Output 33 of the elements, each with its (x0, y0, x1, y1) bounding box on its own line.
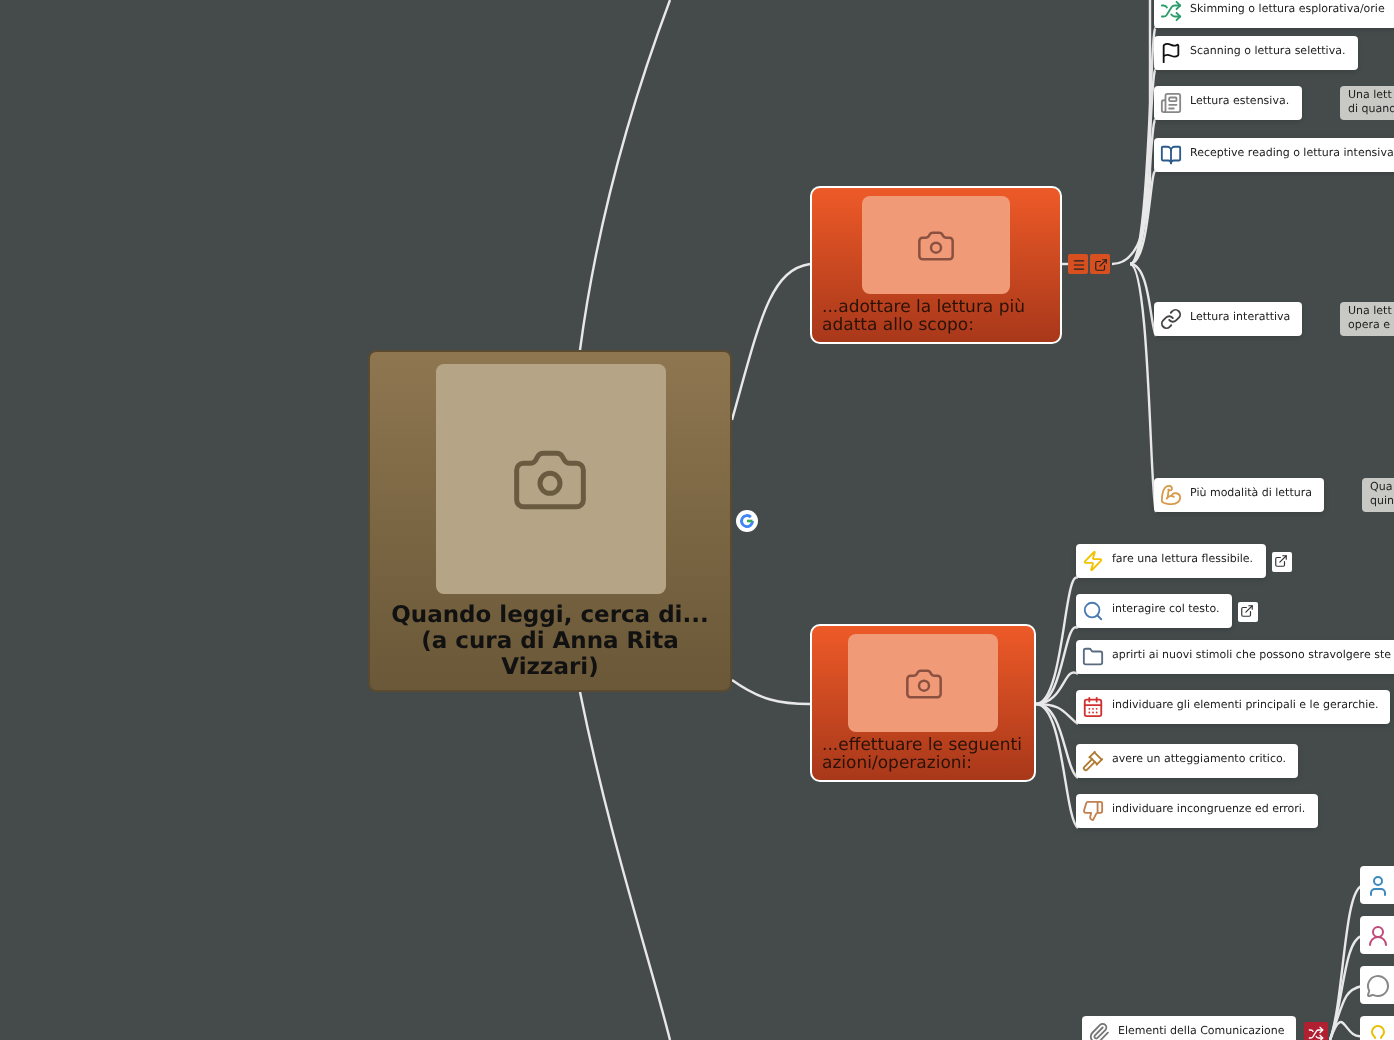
woman-icon (1366, 923, 1390, 947)
link-button[interactable] (1271, 551, 1292, 571)
arm-icon (1160, 484, 1182, 506)
camera-icon (916, 225, 956, 265)
external-link-icon (1093, 257, 1107, 271)
external-link-icon (1240, 604, 1255, 618)
camera-icon (903, 663, 943, 703)
lightning-icon (1082, 550, 1104, 572)
newspaper-icon (1160, 92, 1182, 114)
gavel-icon (1082, 750, 1104, 772)
menu-button[interactable] (1068, 254, 1088, 274)
flag-icon (1160, 42, 1182, 64)
menu-icon (1071, 257, 1085, 271)
link-button[interactable] (1304, 1021, 1329, 1040)
central-title: Quando leggi, cerca di... (a cura di Anna Rita Vizzari) (389, 602, 711, 680)
shuffle-icon (1308, 1025, 1325, 1040)
book-icon (1160, 144, 1182, 166)
connector-line (731, 679, 810, 706)
link-button[interactable] (1237, 601, 1258, 621)
logo-icon (736, 510, 758, 532)
speech-bubble-icon (1366, 973, 1390, 997)
magnifier-icon (1082, 600, 1104, 622)
shuffle-icon (1160, 0, 1182, 22)
link-icon (1160, 308, 1182, 330)
folder-icon (1082, 646, 1104, 668)
thumbs-down-icon (1082, 800, 1104, 822)
calendar-icon (1082, 696, 1104, 718)
person-icon (1366, 873, 1390, 897)
branch-title: ...effettuare le seguenti azioni/operazioni: (820, 738, 1024, 774)
paperclip-icon (1088, 1022, 1110, 1040)
branch-title: ...adottare la lettura più adatta allo scopo: (820, 300, 1027, 336)
lightbulb-icon (1366, 1023, 1390, 1040)
external-link-icon (1274, 554, 1289, 568)
